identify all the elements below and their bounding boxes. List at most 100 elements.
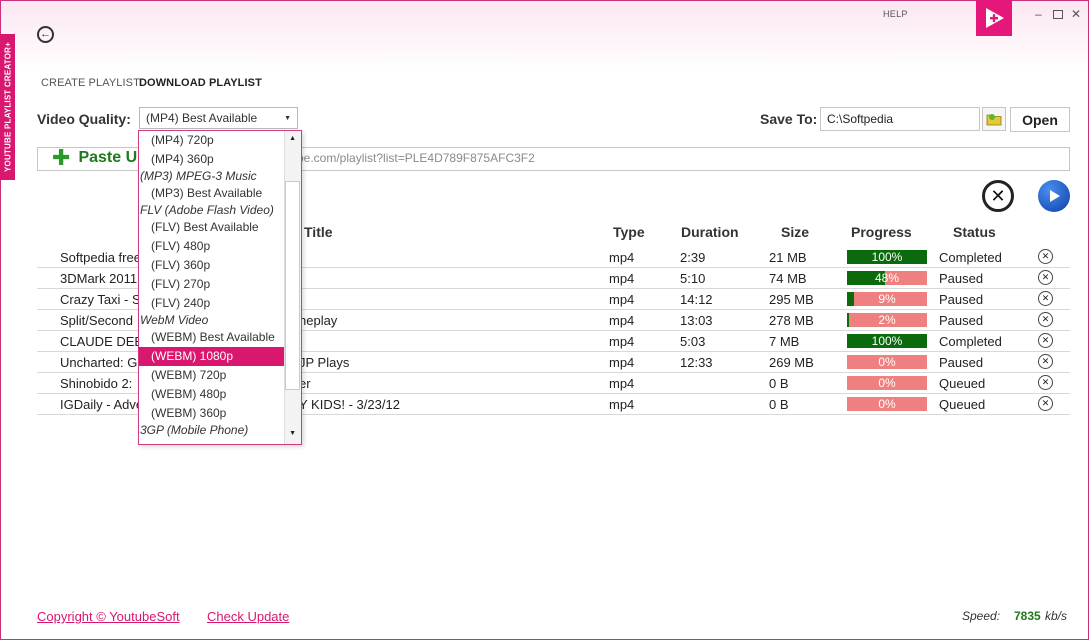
quality-option[interactable]: (WEBM) 480p: [139, 385, 285, 404]
row-duration: 13:03: [680, 313, 713, 328]
row-progress-label: 2%: [878, 313, 896, 327]
remove-icon[interactable]: ✕: [1038, 354, 1053, 369]
column-header-title[interactable]: Title: [304, 224, 333, 240]
quality-option[interactable]: (FLV) 240p: [139, 294, 285, 313]
close-icon[interactable]: ✕: [1071, 8, 1081, 20]
video-quality-dropdown[interactable]: (MP4) 720p (MP4) 360p (MP3) MPEG-3 Music (M…: [138, 130, 302, 445]
row-type: mp4: [609, 334, 635, 349]
row-type: mp4: [609, 271, 635, 286]
paste-url-label: Paste U: [78, 149, 138, 166]
play-plus-logo-icon: [986, 8, 1004, 28]
quality-group-header: (MP3) MPEG-3 Music: [140, 169, 257, 183]
row-size: 269 MB: [769, 355, 814, 370]
quality-option[interactable]: (MP3) Best Available: [139, 184, 285, 203]
row-title-continued: Y KIDS! - 3/23/12: [299, 397, 400, 412]
video-quality-label: Video Quality:: [37, 111, 131, 127]
row-progress-label: 9%: [878, 292, 896, 306]
row-progress-label: 48%: [874, 271, 900, 285]
row-status: Queued: [939, 397, 986, 412]
paste-url-button[interactable]: ✚ Paste U: [52, 145, 138, 170]
quality-option[interactable]: (MP4) 720p: [139, 131, 285, 150]
row-type: mp4: [609, 292, 635, 307]
quality-option[interactable]: (FLV) 480p: [139, 237, 285, 256]
row-type: mp4: [609, 250, 635, 265]
arrow-left-icon: ←: [40, 28, 51, 40]
remove-icon[interactable]: ✕: [1038, 333, 1053, 348]
save-path-field[interactable]: C:\Softpedia: [820, 107, 980, 131]
minimize-icon[interactable]: –: [1035, 8, 1042, 20]
row-status: Paused: [939, 292, 984, 307]
maximize-icon[interactable]: [1053, 10, 1063, 19]
row-title-continued: neplay: [299, 313, 338, 328]
row-status: Completed: [939, 250, 1002, 265]
row-duration: 2:39: [680, 250, 706, 265]
scroll-up-icon[interactable]: ▲: [289, 135, 296, 142]
quality-group-header: WebM Video: [140, 313, 209, 327]
row-type: mp4: [609, 376, 635, 391]
row-progress-bar: 0%: [847, 376, 927, 390]
row-progress-bar: 9%: [847, 292, 927, 306]
quality-option[interactable]: (FLV) 270p: [139, 275, 285, 294]
row-size: 21 MB: [769, 250, 807, 265]
start-all-button[interactable]: [1038, 180, 1070, 212]
scrollbar-thumb[interactable]: [285, 181, 300, 390]
scroll-down-icon[interactable]: ▼: [289, 430, 296, 437]
quality-option[interactable]: (WEBM) 1080p: [139, 347, 285, 366]
row-duration: 5:10: [680, 271, 706, 286]
remove-icon[interactable]: ✕: [1038, 291, 1053, 306]
copyright-link[interactable]: Copyright © YoutubeSoft: [37, 609, 180, 624]
speed-label: Speed:: [962, 609, 1001, 623]
remove-icon[interactable]: ✕: [1038, 249, 1053, 264]
quality-option[interactable]: (WEBM) 360p: [139, 404, 285, 423]
quality-option[interactable]: (FLV) Best Available: [139, 218, 285, 237]
browse-folder-button[interactable]: [982, 107, 1006, 131]
save-to-label: Save To:: [760, 111, 818, 127]
row-type: mp4: [609, 397, 635, 412]
chevron-down-icon: ▼: [284, 115, 291, 122]
quality-option[interactable]: (WEBM) 720p: [139, 366, 285, 385]
row-duration: 5:03: [680, 334, 706, 349]
tab-create-playlist[interactable]: CREATE PLAYLIST: [41, 77, 140, 89]
row-progress-bar: 100%: [847, 334, 927, 348]
row-status: Paused: [939, 355, 984, 370]
remove-icon[interactable]: ✕: [1038, 312, 1053, 327]
row-progress-label: 0%: [878, 355, 896, 369]
row-status: Queued: [939, 376, 986, 391]
row-size: 278 MB: [769, 313, 814, 328]
dropdown-scrollbar[interactable]: ▲ ▼: [284, 131, 301, 444]
back-button[interactable]: ←: [37, 26, 54, 43]
row-size: 7 MB: [769, 334, 800, 349]
video-quality-select[interactable]: (MP4) Best Available ▼: [139, 107, 298, 129]
row-size: 295 MB: [769, 292, 814, 307]
column-header-size[interactable]: Size: [781, 224, 809, 240]
column-header-type[interactable]: Type: [613, 224, 645, 240]
row-progress-label: 100%: [871, 334, 903, 348]
quality-option[interactable]: (MP4) 360p: [139, 150, 285, 169]
tab-download-playlist[interactable]: DOWNLOAD PLAYLIST: [139, 77, 262, 89]
folder-icon: [986, 114, 1002, 126]
speed-unit: kb/s: [1045, 609, 1068, 623]
row-type: mp4: [609, 355, 635, 370]
quality-group-header: FLV (Adobe Flash Video): [140, 203, 274, 217]
column-header-status[interactable]: Status: [953, 224, 996, 240]
help-link[interactable]: HELP: [883, 9, 908, 19]
cancel-all-button[interactable]: ✕: [982, 180, 1014, 212]
video-quality-value: (MP4) Best Available: [146, 111, 258, 125]
header-gradient: [1, 1, 1088, 71]
remove-icon[interactable]: ✕: [1038, 270, 1053, 285]
remove-icon[interactable]: ✕: [1038, 375, 1053, 390]
side-title-strip: YOUTUBE PLAYLIST CREATOR+: [0, 34, 15, 180]
quality-group-header: 3GP (Mobile Phone): [140, 423, 249, 437]
quality-option[interactable]: (WEBM) Best Available: [139, 328, 285, 347]
row-title-continued: JP Plays: [299, 355, 350, 370]
row-progress-bar: 0%: [847, 397, 927, 411]
open-button[interactable]: Open: [1010, 107, 1070, 132]
column-header-progress[interactable]: Progress: [851, 224, 912, 240]
row-type: mp4: [609, 313, 635, 328]
plus-icon: ✚: [52, 145, 71, 170]
remove-icon[interactable]: ✕: [1038, 396, 1053, 411]
column-header-duration[interactable]: Duration: [681, 224, 739, 240]
check-update-link[interactable]: Check Update: [207, 609, 289, 624]
row-status: Paused: [939, 271, 984, 286]
quality-option[interactable]: (FLV) 360p: [139, 256, 285, 275]
